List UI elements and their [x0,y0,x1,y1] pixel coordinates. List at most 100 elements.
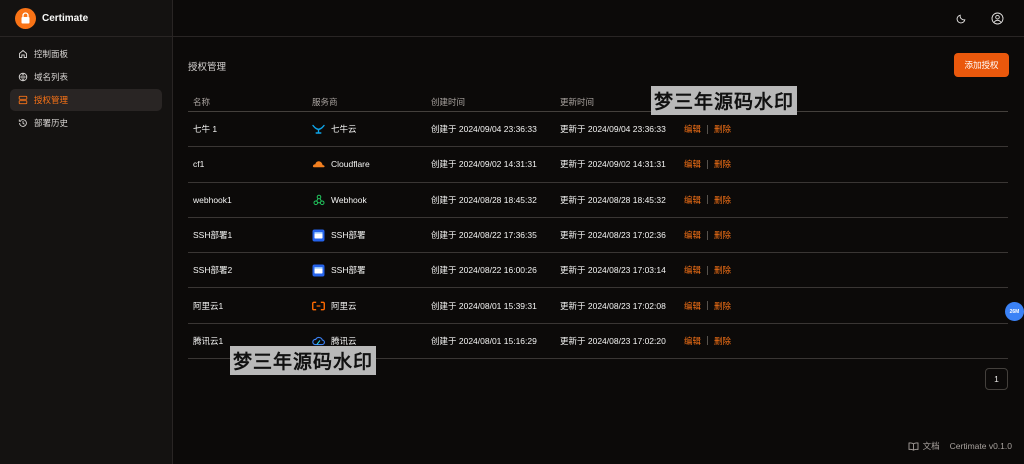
version-label: Certimate v0.1.0 [949,441,1012,451]
row-name: SSH部署2 [193,265,233,276]
row-provider: Cloudflare [307,158,426,171]
action-divider [707,336,709,346]
action-divider [707,159,709,169]
lock-logo-icon [15,7,36,29]
row-created: 创建于 2024/09/02 14:31:31 [431,159,537,170]
row-created: 创建于 2024/08/01 15:16:29 [431,335,537,346]
watermark-overlay: 梦三年源码水印 [651,86,798,115]
row-provider: SSH部署 [307,229,426,242]
delete-link[interactable]: 删除 [714,158,731,170]
row-provider: 七牛云 [307,123,426,136]
row-created: 创建于 2024/08/22 17:36:35 [431,230,537,241]
action-divider [707,195,709,205]
row-updated: 更新于 2024/08/23 17:02:08 [560,300,666,311]
delete-link[interactable]: 删除 [714,300,731,312]
row-updated: 更新于 2024/09/02 14:31:31 [560,159,666,170]
page-title: 授权管理 [188,62,227,73]
access-table: 名称 服务商 创建时间 更新时间 七牛 1 七牛云 创建于 2024/09/04… [188,92,1008,360]
table-row: webhook1 Webhook 创建于 2024/08/28 18:45:32… [188,183,1008,218]
sidebar-item-label: 部署历史 [34,118,69,128]
row-updated: 更新于 2024/09/04 23:36:33 [560,124,666,135]
webhook-icon [312,193,325,206]
edit-link[interactable]: 编辑 [684,229,701,241]
column-header-provider: 服务商 [312,96,338,107]
docs-label: 文档 [922,441,940,451]
watermark-overlay: 梦三年源码水印 [230,346,377,375]
sidebar-item-dashboard[interactable]: 控制面板 [10,43,162,65]
sidebar-nav: 控制面板 域名列表 授权管理 部署历史 [0,37,172,141]
add-access-button[interactable]: 添加授权 [954,53,1009,77]
sidebar-item-domains[interactable]: 域名列表 [10,66,162,88]
sidebar: Certimate 控制面板 域名列表 授权管理 部署历史 [0,0,173,464]
table-row: SSH部署2 SSH部署 创建于 2024/08/22 16:00:26 更新于… [188,253,1008,289]
history-icon [18,119,27,127]
moon-icon [956,14,965,23]
edit-link[interactable]: 编辑 [684,194,701,206]
docs-link[interactable]: 文档 [908,440,940,452]
edit-link[interactable]: 编辑 [684,300,701,312]
cloudflare-icon [312,158,325,171]
delete-link[interactable]: 删除 [714,123,731,135]
row-actions: 编辑 删除 [684,158,731,170]
brand[interactable]: Certimate [0,0,172,37]
footer: 文档 Certimate v0.1.0 [908,440,1012,452]
edit-link[interactable]: 编辑 [684,264,701,276]
sidebar-item-history[interactable]: 部署历史 [10,112,162,134]
action-divider [707,265,709,275]
row-created: 创建于 2024/08/01 15:39:31 [431,300,537,311]
row-updated: 更新于 2024/08/23 17:02:36 [560,230,666,241]
provider-label: 七牛云 [331,124,357,135]
user-circle-icon [991,12,1003,24]
theme-toggle-button[interactable] [950,7,972,29]
column-header-created: 创建时间 [431,96,466,107]
table-header: 名称 服务商 创建时间 更新时间 [188,92,1008,112]
edit-link[interactable]: 编辑 [684,158,701,170]
provider-label: SSH部署 [331,265,366,276]
provider-label: SSH部署 [331,230,366,241]
sidebar-item-access[interactable]: 授权管理 [10,89,162,111]
sidebar-item-label: 授权管理 [34,95,69,105]
action-divider [707,230,709,240]
edit-link[interactable]: 编辑 [684,335,701,347]
row-actions: 编辑 删除 [684,229,731,241]
provider-label: Webhook [331,194,367,205]
edit-link[interactable]: 编辑 [684,123,701,135]
delete-link[interactable]: 删除 [714,335,731,347]
row-actions: 编辑 删除 [684,194,731,206]
qiniu-icon [312,123,325,136]
delete-link[interactable]: 删除 [714,229,731,241]
row-updated: 更新于 2024/08/28 18:45:32 [560,194,666,205]
column-header-name: 名称 [193,96,211,107]
row-name: SSH部署1 [193,230,233,241]
book-icon [908,441,919,451]
table-row: cf1 Cloudflare 创建于 2024/09/02 14:31:31 更… [188,147,1008,183]
row-updated: 更新于 2024/08/23 17:02:20 [560,335,666,346]
row-name: 阿里云1 [193,300,224,311]
globe-icon [18,72,28,82]
pagination-page[interactable]: 1 [985,368,1008,390]
row-created: 创建于 2024/08/28 18:45:32 [431,194,537,205]
row-created: 创建于 2024/08/22 16:00:26 [431,265,537,276]
row-provider: Webhook [307,193,426,206]
row-actions: 编辑 删除 [684,335,731,347]
row-actions: 编辑 删除 [684,264,731,276]
row-actions: 编辑 删除 [684,123,731,135]
aliyun-icon [312,299,325,312]
provider-label: Cloudflare [331,159,370,170]
ssh-icon [312,264,325,277]
table-row: 七牛 1 七牛云 创建于 2024/09/04 23:36:33 更新于 202… [188,112,1008,148]
provider-label: 阿里云 [331,300,357,311]
row-created: 创建于 2024/09/04 23:36:33 [431,124,537,135]
delete-link[interactable]: 删除 [714,194,731,206]
delete-link[interactable]: 删除 [714,264,731,276]
home-icon [19,49,27,58]
ssh-icon [312,229,325,242]
sidebar-item-label: 控制面板 [34,49,69,59]
table-row: 阿里云1 阿里云 创建于 2024/08/01 15:39:31 更新于 202… [188,288,1008,324]
row-name: 七牛 1 [193,124,218,135]
user-menu-button[interactable] [986,7,1008,29]
top-bar [173,0,1024,37]
action-divider [707,124,709,134]
floating-memory-badge[interactable]: 26M [1005,302,1024,321]
table-row: SSH部署1 SSH部署 创建于 2024/08/22 17:36:35 更新于… [188,218,1008,254]
